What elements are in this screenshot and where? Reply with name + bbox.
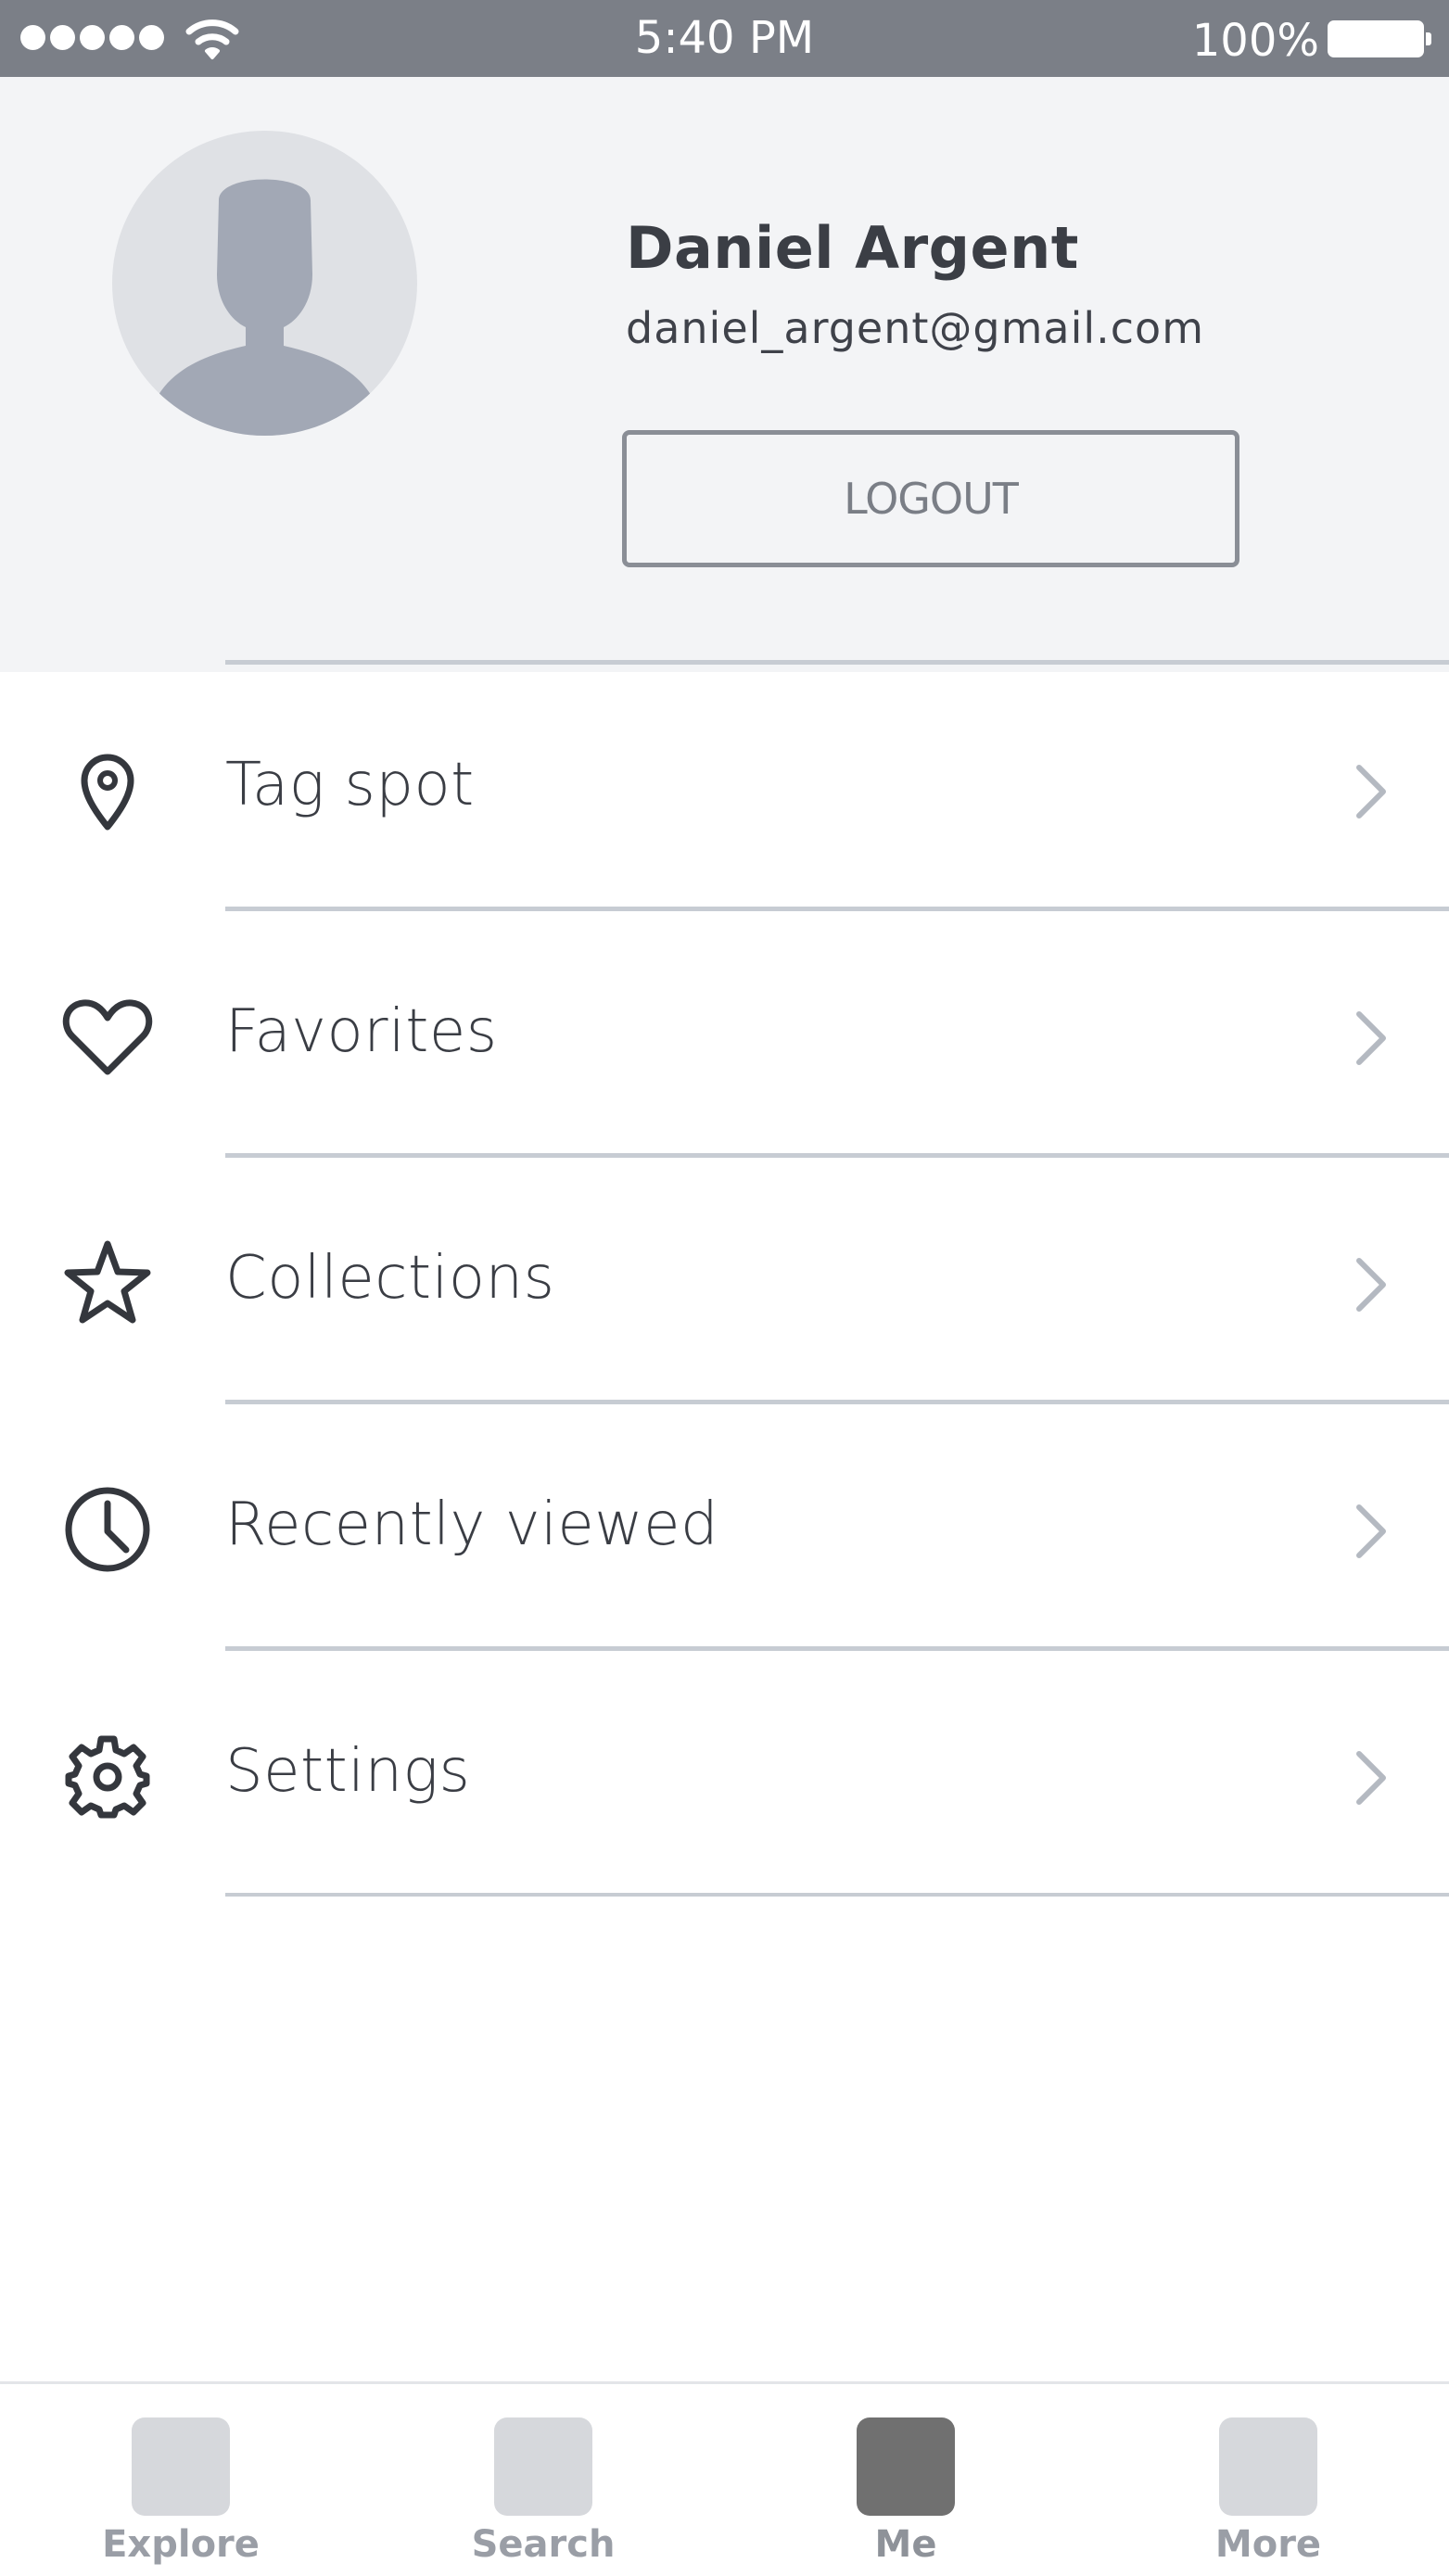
status-bar: 5:40 PM 100% (0, 0, 1449, 77)
chevron-right-icon (1348, 1748, 1396, 1808)
divider (225, 1646, 1449, 1651)
menu-item-label: Settings (225, 1737, 471, 1806)
avatar[interactable] (112, 131, 417, 436)
menu-item-favorites[interactable]: Favorites (0, 912, 1449, 1152)
divider (225, 907, 1449, 911)
tab-label: Me (874, 2523, 937, 2566)
more-icon (1219, 2417, 1317, 2516)
menu-item-recently-viewed[interactable]: Recently viewed (0, 1405, 1449, 1645)
search-icon (494, 2417, 592, 2516)
chevron-right-icon (1348, 1009, 1396, 1068)
divider (225, 1400, 1449, 1404)
heart-icon (59, 988, 156, 1085)
menu-item-tag-spot[interactable]: Tag spot (0, 666, 1449, 906)
divider (225, 660, 1449, 665)
battery-icon (1328, 20, 1431, 57)
tab-label: More (1214, 2523, 1322, 2566)
chevron-right-icon (1348, 1502, 1396, 1561)
explore-icon (132, 2417, 230, 2516)
signal-icon (20, 25, 164, 50)
tab-label: Search (471, 2523, 616, 2566)
chevron-right-icon (1348, 1255, 1396, 1314)
divider (225, 1153, 1449, 1158)
tab-me[interactable]: Me (725, 2384, 1087, 2576)
menu-item-collections[interactable]: Collections (0, 1159, 1449, 1399)
divider (225, 1893, 1449, 1897)
gear-icon (59, 1728, 156, 1824)
profile-header: Daniel Argent daniel_argent@gmail.com LO… (0, 77, 1449, 672)
tab-explore[interactable]: Explore (0, 2384, 362, 2576)
menu-item-label: Tag spot (225, 751, 475, 819)
star-icon (59, 1235, 156, 1331)
tab-bar: Explore Search Me More (0, 2381, 1449, 2576)
tab-search[interactable]: Search (362, 2384, 724, 2576)
tab-more[interactable]: More (1087, 2384, 1449, 2576)
me-icon (857, 2417, 955, 2516)
menu-item-label: Favorites (225, 997, 498, 1066)
user-email: daniel_argent@gmail.com (626, 303, 1205, 353)
chevron-right-icon (1348, 762, 1396, 821)
clock-icon (59, 1481, 156, 1578)
wifi-icon (185, 17, 239, 61)
menu-item-label: Recently viewed (225, 1491, 719, 1559)
menu-item-settings[interactable]: Settings (0, 1652, 1449, 1892)
battery-percent: 100% (1191, 15, 1319, 67)
map-pin-icon (59, 742, 156, 838)
tab-label: Explore (102, 2523, 260, 2566)
logout-button[interactable]: LOGOUT (622, 430, 1239, 567)
user-silhouette-icon (156, 179, 374, 436)
user-name: Daniel Argent (626, 214, 1079, 282)
menu-item-label: Collections (225, 1244, 555, 1313)
